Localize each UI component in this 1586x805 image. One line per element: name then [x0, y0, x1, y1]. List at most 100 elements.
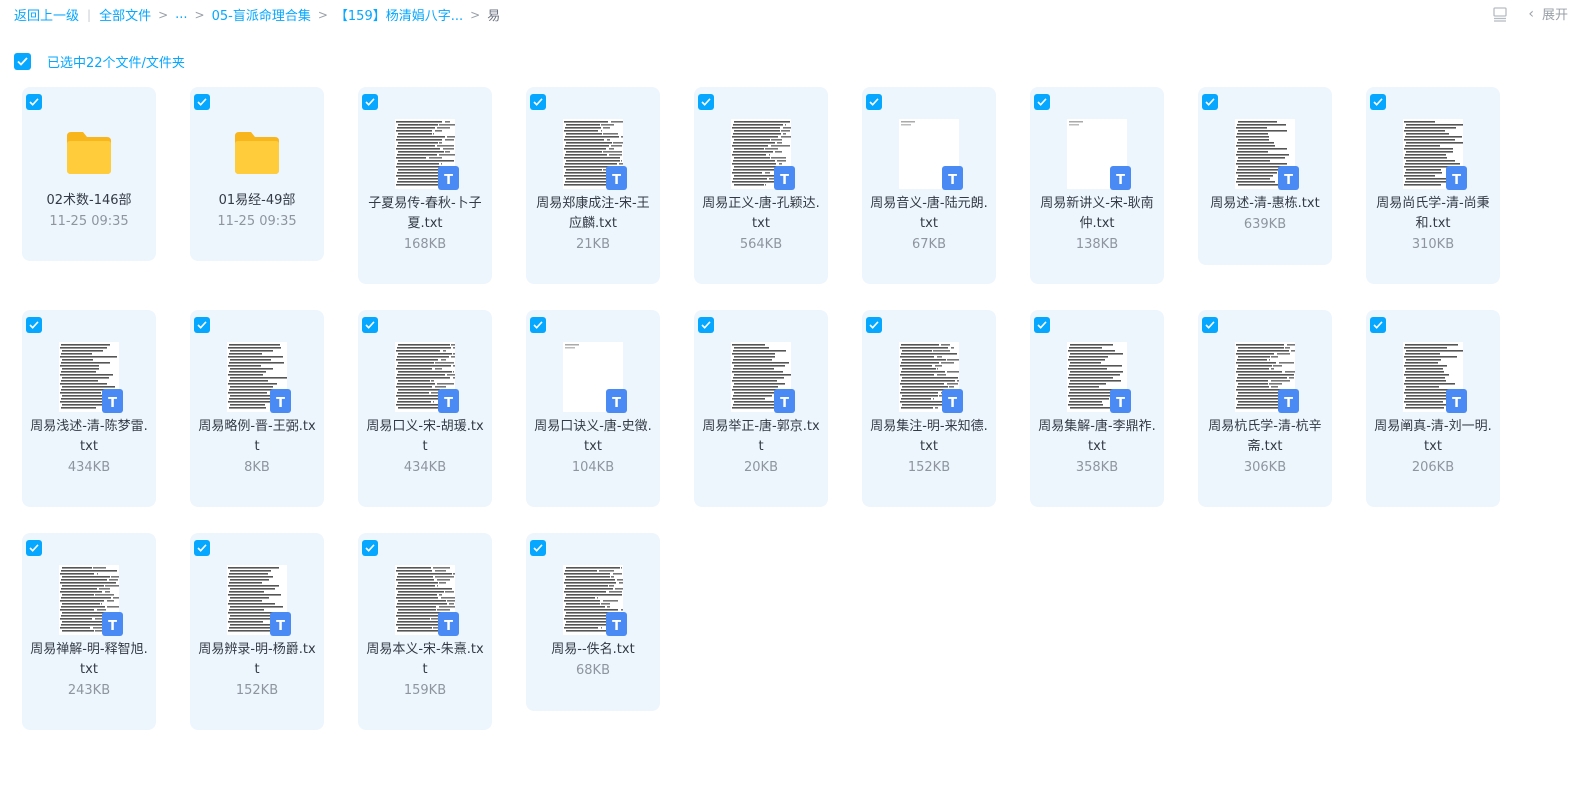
file-card[interactable]: T 周易阐真-清-刘一明.txt 206KB: [1366, 310, 1500, 507]
txt-file-icon: T: [102, 612, 123, 636]
select-all-checkbox[interactable]: [14, 53, 31, 70]
item-name: 周易口义-宋-胡瑗.txt: [366, 419, 484, 454]
item-checkbox[interactable]: [1034, 317, 1050, 333]
item-name: 周易辨录-明-杨爵.txt: [198, 642, 316, 677]
chevron-left-icon[interactable]: ‹: [1528, 6, 1534, 22]
item-name: 周易口诀义-唐-史徵.txt: [534, 419, 652, 454]
file-card[interactable]: T 周易正义-唐-孔颖达.txt 564KB: [694, 87, 828, 284]
txt-file-icon: T: [1110, 389, 1131, 413]
item-checkbox[interactable]: [1370, 317, 1386, 333]
file-card[interactable]: T 周易述-清-惠栋.txt 639KB: [1198, 87, 1332, 265]
file-card[interactable]: T 周易举正-唐-郭京.txt 20KB: [694, 310, 828, 507]
item-size: 306KB: [1243, 460, 1287, 475]
check-icon: [1205, 321, 1215, 329]
item-size: 168KB: [403, 237, 447, 252]
file-card[interactable]: T 周易音义-唐-陆元朗.txt 67KB: [862, 87, 996, 284]
txt-file-icon: T: [606, 166, 627, 190]
txt-file-icon: T: [1110, 166, 1131, 190]
check-icon: [365, 321, 375, 329]
item-checkbox[interactable]: [1370, 94, 1386, 110]
txt-file-icon: T: [606, 389, 627, 413]
file-card[interactable]: T 周易郑康成注-宋-王应麟.txt 21KB: [526, 87, 660, 284]
breadcrumb: 返回上一级 | 全部文件 > ... > 05-盲派命理合集 > 【159】杨清…: [14, 5, 500, 24]
chevron-right-icon: >: [470, 7, 481, 22]
check-icon: [29, 544, 39, 552]
item-checkbox[interactable]: [362, 317, 378, 333]
file-card[interactable]: T 周易集注-明-来知德.txt 152KB: [862, 310, 996, 507]
txt-file-icon: T: [1278, 166, 1299, 190]
item-checkbox[interactable]: [194, 540, 210, 556]
file-card[interactable]: T 周易本义-宋-朱熹.txt 159KB: [358, 533, 492, 730]
item-checkbox[interactable]: [26, 540, 42, 556]
item-size: 206KB: [1411, 460, 1455, 475]
check-icon: [869, 321, 879, 329]
item-checkbox[interactable]: [362, 540, 378, 556]
item-name: 周易举正-唐-郭京.txt: [702, 419, 820, 454]
item-checkbox[interactable]: [1034, 94, 1050, 110]
item-size: 138KB: [1075, 237, 1119, 252]
item-checkbox[interactable]: [1202, 94, 1218, 110]
file-card[interactable]: T 周易--佚名.txt 68KB: [526, 533, 660, 711]
txt-file-icon: T: [774, 389, 795, 413]
folder-icon: [235, 132, 279, 174]
file-card[interactable]: T 周易口诀义-唐-史徵.txt 104KB: [526, 310, 660, 507]
item-size: 8KB: [244, 460, 270, 475]
file-card[interactable]: T 子夏易传-春秋-卜子夏.txt 168KB: [358, 87, 492, 284]
item-size: 152KB: [235, 683, 279, 698]
item-name: 01易经-49部: [218, 193, 296, 208]
item-checkbox[interactable]: [530, 94, 546, 110]
item-name: 周易浅述-清-陈梦雷.txt: [30, 419, 148, 454]
item-checkbox[interactable]: [530, 540, 546, 556]
item-checkbox[interactable]: [362, 94, 378, 110]
file-card[interactable]: T 周易浅述-清-陈梦雷.txt 434KB: [22, 310, 156, 507]
file-card[interactable]: T 周易口义-宋-胡瑗.txt 434KB: [358, 310, 492, 507]
breadcrumb-level1[interactable]: 05-盲派命理合集: [212, 5, 311, 24]
check-icon: [1373, 321, 1383, 329]
file-card[interactable]: T 周易集解-唐-李鼎祚.txt 358KB: [1030, 310, 1164, 507]
item-checkbox[interactable]: [26, 94, 42, 110]
check-icon: [197, 98, 207, 106]
check-icon: [365, 98, 375, 106]
file-card[interactable]: T 周易禅解-明-释智旭.txt 243KB: [22, 533, 156, 730]
item-checkbox[interactable]: [698, 94, 714, 110]
list-view-icon[interactable]: [1492, 6, 1508, 22]
folder-card[interactable]: 01易经-49部 11-25 09:35: [190, 87, 324, 261]
breadcrumb-root[interactable]: 全部文件: [99, 5, 151, 24]
item-name: 周易新讲义-宋-耿南仲.txt: [1040, 196, 1154, 231]
check-icon: [869, 98, 879, 106]
item-name: 周易--佚名.txt: [551, 642, 635, 657]
item-checkbox[interactable]: [194, 317, 210, 333]
expand-button[interactable]: 展开: [1542, 4, 1568, 23]
item-size: 159KB: [403, 683, 447, 698]
back-link[interactable]: 返回上一级: [14, 5, 79, 24]
selection-bar: 已选中22个文件/文件夹: [14, 52, 185, 71]
breadcrumb-level2[interactable]: 【159】杨清娟八字...: [335, 5, 463, 24]
file-card[interactable]: T 周易辨录-明-杨爵.txt 152KB: [190, 533, 324, 730]
check-icon: [197, 544, 207, 552]
file-card[interactable]: T 周易尚氏学-清-尚秉和.txt 310KB: [1366, 87, 1500, 284]
check-icon: [533, 98, 543, 106]
txt-file-icon: T: [942, 389, 963, 413]
check-icon: [701, 321, 711, 329]
item-name: 周易集注-明-来知德.txt: [870, 419, 988, 454]
file-card[interactable]: T 周易新讲义-宋-耿南仲.txt 138KB: [1030, 87, 1164, 284]
file-card[interactable]: T 周易杭氏学-清-杭辛斋.txt 306KB: [1198, 310, 1332, 507]
txt-file-icon: T: [102, 389, 123, 413]
check-icon: [1037, 98, 1047, 106]
item-checkbox[interactable]: [698, 317, 714, 333]
file-card[interactable]: T 周易略例-晋-王弼.txt 8KB: [190, 310, 324, 507]
item-checkbox[interactable]: [1202, 317, 1218, 333]
item-size: 434KB: [403, 460, 447, 475]
item-checkbox[interactable]: [866, 317, 882, 333]
check-icon: [533, 321, 543, 329]
item-checkbox[interactable]: [530, 317, 546, 333]
item-checkbox[interactable]: [26, 317, 42, 333]
txt-file-icon: T: [438, 612, 459, 636]
folder-card[interactable]: 02术数-146部 11-25 09:35: [22, 87, 156, 261]
breadcrumb-ellipsis[interactable]: ...: [175, 7, 187, 22]
check-icon: [1205, 98, 1215, 106]
item-checkbox[interactable]: [194, 94, 210, 110]
item-name: 周易正义-唐-孔颖达.txt: [702, 196, 820, 231]
item-checkbox[interactable]: [866, 94, 882, 110]
item-size: 21KB: [576, 237, 610, 252]
